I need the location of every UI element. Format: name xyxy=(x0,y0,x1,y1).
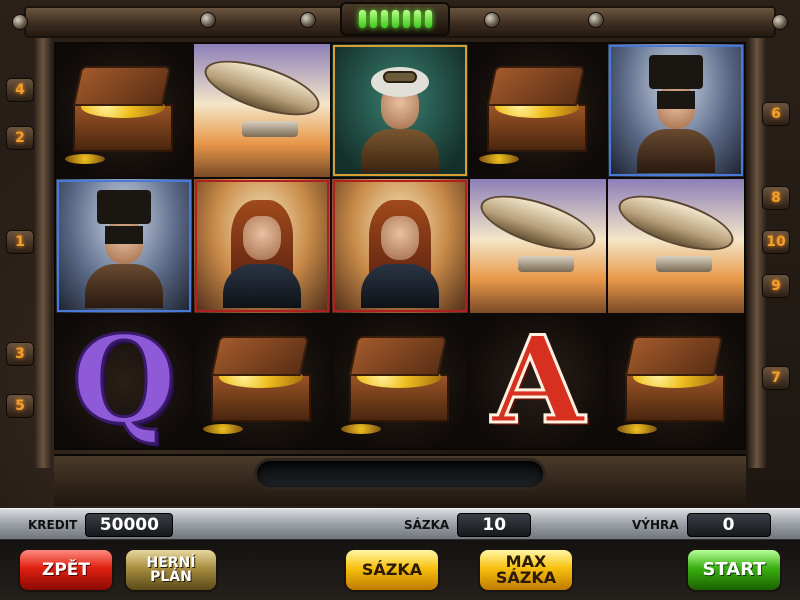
top-hat-man-icon xyxy=(631,51,721,173)
indicator-led xyxy=(369,10,377,28)
bolt-icon xyxy=(200,12,216,28)
airship-icon xyxy=(198,49,326,161)
win-value: 0 xyxy=(686,513,771,537)
reel-cell-treasure-chest xyxy=(56,44,192,178)
reel-grid: QA xyxy=(54,42,746,450)
bet-button[interactable]: SÁZKA xyxy=(344,548,440,592)
paytable-button[interactable]: HERNÍ PLÁN xyxy=(124,548,218,592)
bolt-icon xyxy=(12,14,28,30)
indicator-led xyxy=(424,10,432,28)
back-button-label: ZPĚT xyxy=(42,559,90,580)
airship-icon xyxy=(612,184,740,296)
reel-cell-top-hat-man xyxy=(56,179,192,313)
line-marker-left: 1 xyxy=(6,230,34,254)
top-hat-man-icon xyxy=(79,186,169,308)
line-marker-left: 3 xyxy=(6,342,34,366)
reel-cell-old-inventor xyxy=(332,44,468,178)
line-marker-right: 8 xyxy=(762,186,790,210)
treasure-chest-icon xyxy=(341,336,455,435)
credit-label: KREDIT xyxy=(28,518,78,532)
max-bet-button[interactable]: MAX SÁZKA xyxy=(478,548,574,592)
back-button[interactable]: ZPĚT xyxy=(18,548,114,592)
treasure-chest-icon xyxy=(65,65,179,164)
line-marker-left: 2 xyxy=(6,126,34,150)
paytable-label-line2: PLÁN xyxy=(150,569,192,585)
red-haired-woman-icon xyxy=(217,186,307,308)
reel-cell-treasure-chest xyxy=(194,314,330,448)
line-marker-right: 10 xyxy=(762,230,790,254)
red-haired-woman-icon xyxy=(355,186,445,308)
indicator-led xyxy=(413,10,421,28)
reel-cell-letter-q: Q xyxy=(56,314,192,448)
letter-a-symbol: A xyxy=(490,314,586,448)
treasure-chest-icon xyxy=(203,336,317,435)
reel-cell-top-hat-man xyxy=(608,44,744,178)
line-marker-left: 5 xyxy=(6,394,34,418)
bet-label: SÁZKA xyxy=(404,518,450,532)
reel-cell-red-haired-woman xyxy=(194,179,330,313)
indicator-led xyxy=(380,10,388,28)
paytable-label-line1: HERNÍ xyxy=(146,555,196,571)
bet-value: 10 xyxy=(457,513,532,537)
reel-cell-letter-a: A xyxy=(470,314,606,448)
line-marker-right: 7 xyxy=(762,366,790,390)
line-marker-right: 9 xyxy=(762,274,790,298)
old-inventor-icon xyxy=(355,51,445,173)
left-rail xyxy=(34,38,52,468)
reel-cell-treasure-chest xyxy=(332,314,468,448)
led-indicator xyxy=(340,2,450,36)
indicator-led xyxy=(402,10,410,28)
reel-cell-treasure-chest xyxy=(470,44,606,178)
bolt-icon xyxy=(300,12,316,28)
bet-button-label: SÁZKA xyxy=(361,560,423,579)
bet-group: SÁZKA 10 xyxy=(396,513,532,537)
info-bar: KREDIT 50000 SÁZKA 10 VÝHRA 0 xyxy=(0,508,800,540)
treasure-chest-icon xyxy=(479,65,593,164)
indicator-led xyxy=(391,10,399,28)
message-display xyxy=(254,458,546,490)
reel-cell-airship xyxy=(608,179,744,313)
max-bet-label-line2: SÁZKA xyxy=(495,568,557,587)
treasure-chest-icon xyxy=(617,336,731,435)
credit-group: KREDIT 50000 xyxy=(20,513,174,537)
start-button-label: START xyxy=(702,559,766,580)
button-bar: ZPĚT HERNÍ PLÁN SÁZKA MAX SÁZKA START xyxy=(0,540,800,600)
reel-cell-airship xyxy=(470,179,606,313)
letter-q-symbol: Q xyxy=(70,314,178,448)
bolt-icon xyxy=(772,14,788,30)
airship-icon xyxy=(474,184,602,296)
line-marker-right: 6 xyxy=(762,102,790,126)
credit-value: 50000 xyxy=(85,513,174,537)
bolt-icon xyxy=(484,12,500,28)
bolt-icon xyxy=(588,12,604,28)
reel-cell-red-haired-woman xyxy=(332,179,468,313)
reel-cell-airship xyxy=(194,44,330,178)
start-button[interactable]: START xyxy=(686,548,782,592)
win-label: VÝHRA xyxy=(632,518,679,532)
reel-cell-treasure-chest xyxy=(608,314,744,448)
win-group: VÝHRA 0 xyxy=(624,513,771,537)
line-marker-left: 4 xyxy=(6,78,34,102)
indicator-led xyxy=(358,10,366,28)
